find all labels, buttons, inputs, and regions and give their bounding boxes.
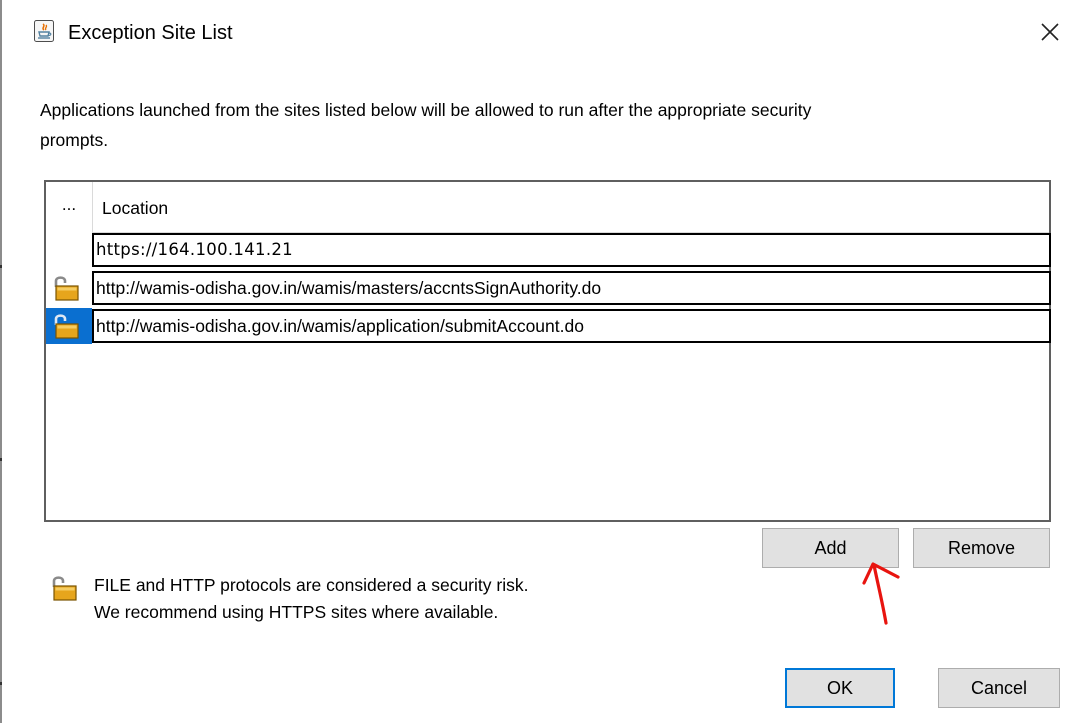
title-bar[interactable]: Exception Site List bbox=[2, 0, 1078, 68]
column-header-icon[interactable]: ... bbox=[46, 182, 93, 232]
exception-site-list-dialog: Exception Site List Applications launche… bbox=[2, 0, 1078, 723]
row-location-field[interactable]: http://wamis-odisha.gov.in/wamis/masters… bbox=[92, 271, 1051, 305]
column-header-location[interactable]: Location bbox=[102, 182, 168, 232]
row-icon-cell-selected bbox=[46, 308, 92, 344]
security-note-line-2: We recommend using HTTPS sites where ava… bbox=[94, 602, 499, 622]
close-icon[interactable] bbox=[1032, 14, 1068, 50]
row-icon-cell bbox=[46, 270, 92, 306]
table-row-selected[interactable]: http://wamis-odisha.gov.in/wamis/applica… bbox=[46, 308, 1051, 344]
description-text: Applications launched from the sites lis… bbox=[40, 95, 1030, 155]
unlocked-padlock-icon bbox=[54, 276, 79, 301]
java-app-icon bbox=[34, 20, 54, 42]
unlocked-padlock-icon bbox=[52, 576, 77, 601]
table-row[interactable]: https://164.100.141.21 bbox=[46, 232, 1051, 268]
ok-button[interactable]: OK bbox=[785, 668, 895, 708]
dialog-title: Exception Site List bbox=[68, 22, 233, 44]
cancel-button[interactable]: Cancel bbox=[938, 668, 1060, 708]
row-location-field[interactable]: https://164.100.141.21 bbox=[92, 233, 1051, 267]
unlocked-padlock-icon bbox=[54, 314, 79, 339]
description-line-2: prompts. bbox=[40, 130, 109, 150]
table-row[interactable]: http://wamis-odisha.gov.in/wamis/masters… bbox=[46, 270, 1051, 306]
row-icon-cell bbox=[46, 232, 92, 268]
remove-button[interactable]: Remove bbox=[913, 528, 1050, 568]
exception-site-table[interactable]: ... Location https://164.100.141.21 http… bbox=[44, 180, 1051, 522]
description-line-1: Applications launched from the sites lis… bbox=[40, 100, 812, 120]
security-note-line-1: FILE and HTTP protocols are considered a… bbox=[94, 575, 529, 595]
row-location-field[interactable]: http://wamis-odisha.gov.in/wamis/applica… bbox=[92, 309, 1051, 343]
table-header: ... Location bbox=[46, 182, 1049, 233]
red-arrow-annotation bbox=[862, 562, 900, 625]
security-note: FILE and HTTP protocols are considered a… bbox=[94, 572, 528, 626]
